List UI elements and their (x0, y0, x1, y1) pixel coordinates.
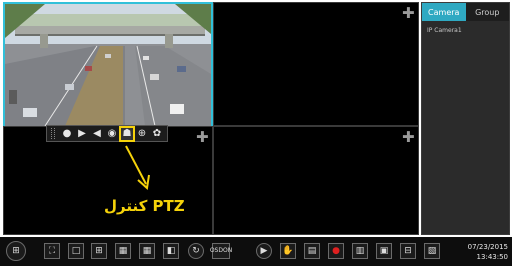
layout-9-icon[interactable]: ▦ (115, 243, 131, 259)
video-grid: ✚ ✚ ✚ (3, 2, 419, 235)
channel-toolbar: ● ▶ ◀ ◉ ☗ ⊕ ✿ (46, 125, 168, 142)
color-icon[interactable]: ✿ (151, 128, 163, 140)
audio-icon[interactable]: ◀ (91, 128, 103, 140)
video-channel-2[interactable]: ✚ (213, 2, 419, 126)
camera-panel: Camera Group IP Camera1 (421, 2, 510, 235)
dvr-live-view: ✚ ✚ ✚ ● ▶ ◀ ◉ ☗ ⊕ ✿ كنترل PTZ Camera Gro… (0, 0, 512, 266)
play-icon[interactable]: ▶ (76, 128, 88, 140)
panel-tabs: Camera Group (422, 3, 509, 21)
video-channel-3[interactable]: ✚ (3, 126, 213, 235)
layout-custom-icon[interactable]: ◧ (163, 243, 179, 259)
tab-camera[interactable]: Camera (422, 3, 466, 21)
record-button-icon[interactable]: ● (328, 243, 344, 259)
bottom-toolbar: ⊞ ⛶ □ ⊞ ▦ ▦ ◧ ↻ OSD ON ▶ ✋ ▤ ● ▥ ▣ ⊟ ▧ 0… (0, 237, 512, 266)
zoom-icon[interactable]: ⊕ (136, 128, 148, 140)
datetime: 07/23/2015 13:43:50 (468, 242, 508, 262)
ptz-menu-icon[interactable]: ▣ (376, 243, 392, 259)
grip-icon[interactable] (51, 128, 55, 139)
info-icon[interactable]: ▧ (424, 243, 440, 259)
camera-feed-image (5, 4, 211, 126)
layout-4-icon[interactable]: ⊞ (91, 243, 107, 259)
time-text: 13:43:50 (476, 253, 508, 261)
snapshot-icon[interactable]: ◉ (106, 128, 118, 140)
disk-info-icon[interactable]: ▤ (304, 243, 320, 259)
add-camera-icon[interactable]: ✚ (402, 6, 415, 21)
backup-icon[interactable]: ▥ (352, 243, 368, 259)
pointer-arrow (125, 145, 150, 190)
start-menu-icon[interactable]: ⊞ (6, 241, 26, 261)
video-channel-1[interactable] (3, 2, 213, 128)
video-channel-4[interactable]: ✚ (213, 126, 419, 235)
layout-1-icon[interactable]: □ (68, 243, 84, 259)
playback-icon[interactable]: ▶ (256, 243, 272, 259)
osd-toggle-button[interactable]: OSD ON (209, 243, 233, 259)
camera-list-item[interactable]: IP Camera1 (422, 21, 509, 34)
add-camera-icon[interactable]: ✚ (196, 130, 209, 145)
layout-16-icon[interactable]: ▦ (139, 243, 155, 259)
tab-group[interactable]: Group (466, 3, 510, 21)
network-icon[interactable]: ⊟ (400, 243, 416, 259)
osd-label: OSD (209, 247, 223, 254)
record-icon[interactable]: ● (61, 128, 73, 140)
osd-state: ON (222, 247, 233, 254)
fullscreen-icon[interactable]: ⛶ (44, 243, 60, 259)
add-camera-icon[interactable]: ✚ (402, 130, 415, 145)
sequence-icon[interactable]: ↻ (188, 243, 204, 259)
date-text: 07/23/2015 (467, 243, 508, 251)
manual-alarm-icon[interactable]: ✋ (280, 243, 296, 259)
ptz-icon[interactable]: ☗ (119, 125, 135, 142)
ptz-control-label: كنترل PTZ (104, 197, 185, 215)
